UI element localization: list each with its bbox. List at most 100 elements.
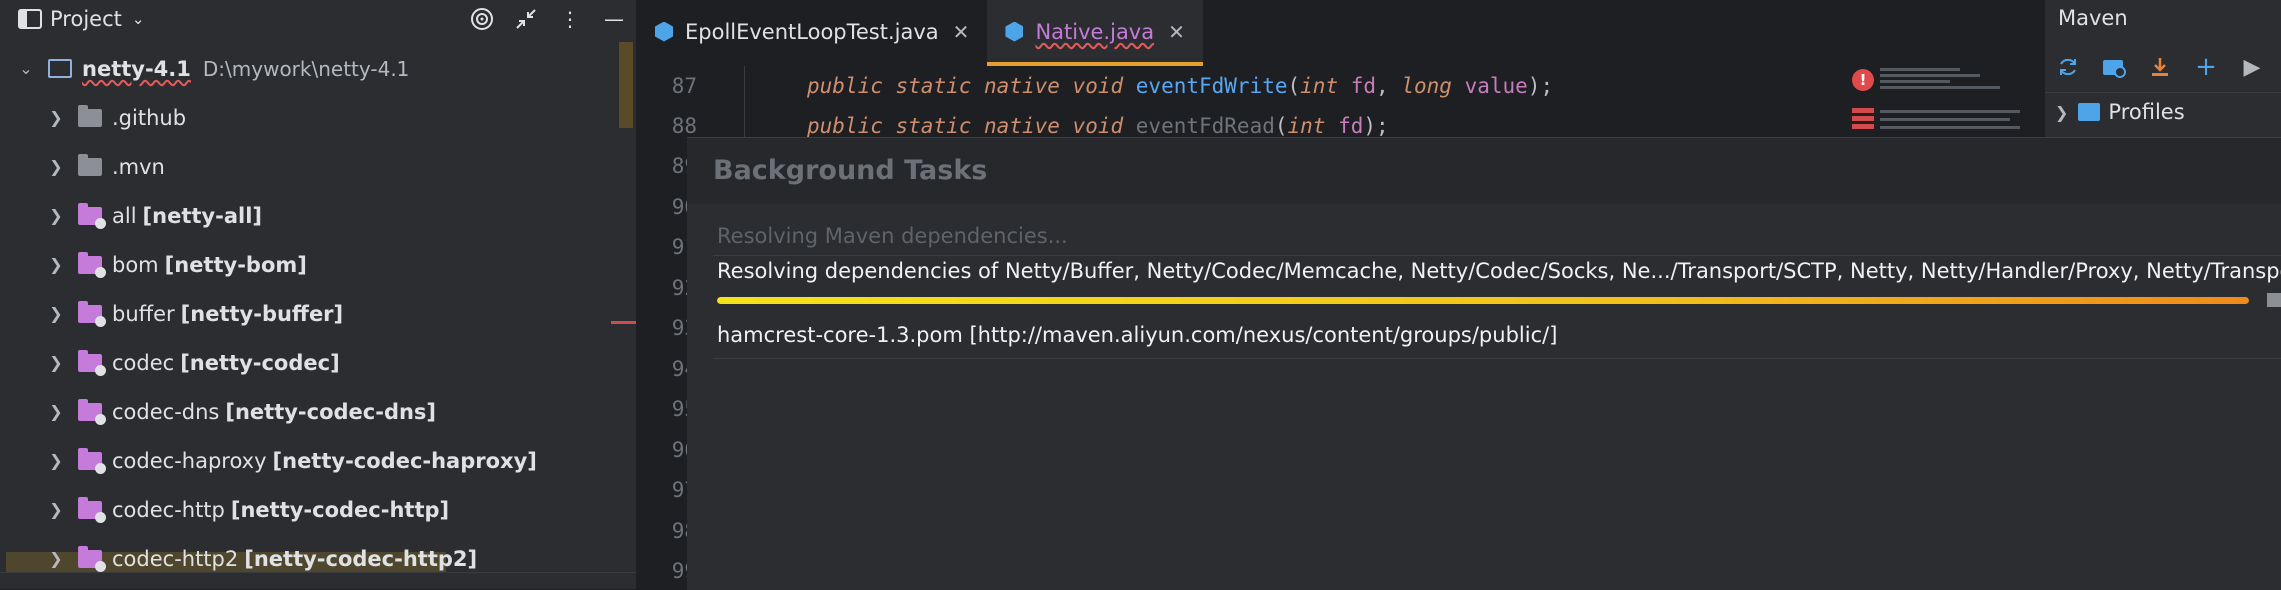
chevron-down-icon[interactable]: ⌄ xyxy=(16,59,36,78)
panel-bottom-bar xyxy=(0,572,636,590)
chevron-right-icon[interactable]: ❯ xyxy=(46,451,66,470)
folder-icon xyxy=(78,202,106,229)
tree-item[interactable]: ❯ codec [netty-codec] xyxy=(0,338,620,387)
tree-item[interactable]: ❯ .mvn xyxy=(0,142,620,191)
root-name: netty-4.1 xyxy=(82,56,191,81)
minimap-error-mark xyxy=(1852,116,1874,121)
folder-icon xyxy=(78,153,102,176)
tree-item-name: codec xyxy=(112,350,175,375)
project-view-selector[interactable]: Project ⌄ xyxy=(18,7,144,31)
close-icon[interactable]: ✕ xyxy=(1168,20,1185,44)
project-header: Project ⌄ ⋮ — xyxy=(0,0,636,38)
code-line-87[interactable]: 87 public static native void eventFdWrit… xyxy=(637,66,1553,106)
tab-native[interactable]: Native.java ✕ xyxy=(987,0,1204,66)
project-title: Project xyxy=(50,7,122,31)
tree-item[interactable]: ❯ codec-dns [netty-codec-dns] xyxy=(0,387,620,436)
project-icon xyxy=(18,9,42,29)
tree-item-name: codec-haproxy xyxy=(112,448,267,473)
download-icon[interactable] xyxy=(2137,46,2183,88)
chevron-right-icon[interactable]: ❯ xyxy=(46,402,66,421)
popup-title: Background Tasks xyxy=(713,155,988,186)
maven-profiles-node[interactable]: ❯ Profiles xyxy=(2055,100,2185,124)
java-class-icon xyxy=(655,21,673,42)
scrollbar-thumb[interactable] xyxy=(619,42,633,128)
line-number: 87 xyxy=(671,74,697,98)
tree-item-module: [netty-all] xyxy=(142,203,262,228)
collapse-icon[interactable] xyxy=(504,0,548,38)
chevron-down-icon: ⌄ xyxy=(131,10,145,28)
tree-item[interactable]: ❯ codec-http [netty-codec-http] xyxy=(0,485,620,534)
folder-icon xyxy=(78,300,106,327)
task-detail: Resolving dependencies of Netty/Buffer, … xyxy=(717,259,2281,283)
divider xyxy=(2045,92,2281,93)
add-project-icon[interactable] xyxy=(2091,46,2137,88)
chevron-right-icon[interactable]: ❯ xyxy=(46,108,66,127)
tree-item-name: codec-http xyxy=(112,497,225,522)
chevron-right-icon[interactable]: ❯ xyxy=(46,353,66,372)
tab-label: Native.java xyxy=(1035,19,1155,44)
close-icon[interactable]: ✕ xyxy=(953,20,970,44)
tree-item[interactable]: ❯ all [netty-all] xyxy=(0,191,620,240)
tab-epoll-event-loop-test[interactable]: EpollEventLoopTest.java ✕ xyxy=(637,0,987,63)
chevron-right-icon[interactable]: ❯ xyxy=(46,304,66,323)
tree-item-module: [netty-codec-dns] xyxy=(225,399,437,424)
editor-tabs: EpollEventLoopTest.java ✕ Native.java ✕ xyxy=(637,0,2044,66)
tree-item-module: [netty-codec-haproxy] xyxy=(272,448,537,473)
folder-icon xyxy=(48,59,72,78)
progress-fill xyxy=(717,297,2249,304)
folder-icon xyxy=(78,104,102,127)
tree-item-module: [netty-codec-http2] xyxy=(244,546,478,571)
minimap-mark xyxy=(1880,74,1980,77)
tree-root[interactable]: ⌄ netty-4.1 D:\mywork\netty-4.1 xyxy=(0,44,620,93)
root-path: D:\mywork\netty-4.1 xyxy=(202,56,410,81)
plus-icon[interactable]: + xyxy=(2183,46,2229,88)
minimap-mark xyxy=(1880,126,2020,129)
folder-icon xyxy=(78,251,106,278)
tree-item[interactable]: ❯ .github xyxy=(0,93,620,142)
cancel-task-button[interactable] xyxy=(2267,293,2281,307)
minimap-error-mark xyxy=(1852,108,1874,113)
tree-item[interactable]: ❯ codec-haproxy [netty-codec-haproxy] xyxy=(0,436,620,485)
more-icon[interactable]: ⋮ xyxy=(548,0,592,38)
chevron-right-icon[interactable]: ❯ xyxy=(46,206,66,225)
maven-toolbar: + ▶ xyxy=(2045,46,2275,88)
popup-header: Background Tasks xyxy=(687,138,2281,204)
run-icon[interactable]: ▶ xyxy=(2229,46,2275,88)
reload-icon[interactable] xyxy=(2045,46,2091,88)
tree-item-name: all xyxy=(112,203,137,228)
folder-icon xyxy=(78,398,106,425)
background-tasks-popup: Background Tasks Resolving Maven depende… xyxy=(687,137,2281,590)
folder-icon xyxy=(78,496,106,523)
chevron-right-icon[interactable]: ❯ xyxy=(2055,103,2068,122)
target-icon[interactable] xyxy=(460,0,504,38)
maven-title: Maven xyxy=(2058,6,2128,30)
chevron-right-icon[interactable]: ❯ xyxy=(46,255,66,274)
project-panel: Project ⌄ ⋮ — ⌄ netty-4.1 D:\mywork\nett… xyxy=(0,0,637,589)
chevron-right-icon[interactable]: ❯ xyxy=(46,500,66,519)
minimap-mark xyxy=(1880,110,2020,113)
minimap-mark xyxy=(1880,68,1960,71)
tree-item-name: .mvn xyxy=(112,154,165,179)
chevron-right-icon[interactable]: ❯ xyxy=(46,157,66,176)
tree-item-module: [netty-codec] xyxy=(180,350,340,375)
divider xyxy=(713,358,2281,359)
profiles-icon xyxy=(2078,103,2101,121)
chevron-right-icon[interactable]: ❯ xyxy=(46,549,66,568)
folder-icon xyxy=(78,447,106,474)
tree-item-module: [netty-bom] xyxy=(164,252,307,277)
error-indicator-icon[interactable]: ! xyxy=(1852,69,1874,91)
line-number: 88 xyxy=(671,114,697,138)
task-download-item: hamcrest-core-1.3.pom [http://maven.aliy… xyxy=(717,323,1558,347)
minimap-mark xyxy=(1880,86,2000,89)
tree-item[interactable]: ❯ buffer [netty-buffer] xyxy=(0,289,620,338)
tree-item-name: bom xyxy=(112,252,159,277)
project-tree: ⌄ netty-4.1 D:\mywork\netty-4.1 ❯ .github… xyxy=(0,44,620,583)
minimap-mark xyxy=(1880,80,1950,83)
tree-item[interactable]: ❯ bom [netty-bom] xyxy=(0,240,620,289)
minimize-icon[interactable]: — xyxy=(592,0,636,38)
tree-item-module: [netty-codec-http] xyxy=(230,497,450,522)
tree-item-name: codec-dns xyxy=(112,399,220,424)
minimap-error-mark xyxy=(1852,124,1874,129)
task-progress-bar xyxy=(717,297,2249,304)
maven-panel: Maven + ▶ ❯ Profiles xyxy=(2044,0,2281,137)
